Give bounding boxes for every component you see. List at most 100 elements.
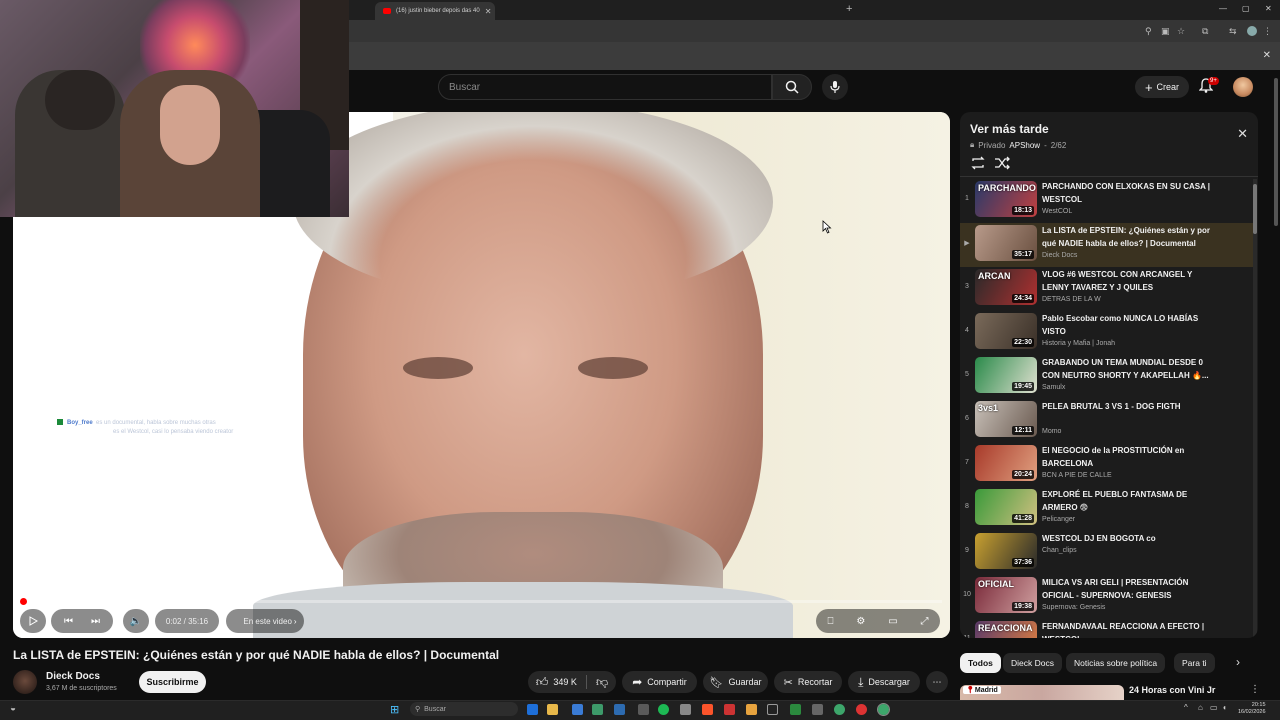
- playlist-item-thumbnail[interactable]: PARCHANDO 18:13: [975, 181, 1037, 217]
- playlist-item-title[interactable]: EXPLORÉ EL PUEBLO FANTASMA DE ARMERO 😨: [1042, 489, 1218, 514]
- create-button[interactable]: + Crear: [1135, 76, 1189, 98]
- settings-gear-icon[interactable]: ⚙: [856, 616, 865, 627]
- fullscreen-icon[interactable]: ⤢: [921, 616, 929, 627]
- like-button[interactable]: 👍︎ 349 K: [536, 675, 577, 690]
- channel-name[interactable]: Dieck Docs: [46, 671, 100, 682]
- search-input[interactable]: Buscar: [438, 74, 772, 100]
- browser-profile-avatar[interactable]: [1247, 26, 1257, 36]
- app-icon[interactable]: [638, 704, 649, 715]
- chrome-icon[interactable]: [834, 704, 845, 715]
- app-icon[interactable]: [812, 704, 823, 715]
- cast-icon[interactable]: ▣: [1161, 26, 1170, 37]
- playlist-item-title[interactable]: VLOG #6 WESTCOL CON ARCANGEL Y LENNY TAV…: [1042, 269, 1218, 294]
- voice-search-button[interactable]: [822, 74, 848, 100]
- subscribe-button[interactable]: Suscribirme: [139, 671, 206, 693]
- chapter-button[interactable]: En este video ›: [226, 609, 304, 633]
- app-icon[interactable]: [614, 704, 625, 715]
- dislike-button[interactable]: 👎︎: [596, 675, 608, 690]
- loop-icon[interactable]: [970, 156, 986, 170]
- playlist-item-title[interactable]: PELEA BRUTAL 3 VS 1 - DOG FIGTH: [1042, 401, 1218, 414]
- system-tray-chevron-icon[interactable]: ^: [1184, 703, 1188, 712]
- close-icon[interactable]: ✕: [1263, 50, 1271, 61]
- scrollbar-thumb[interactable]: [1253, 184, 1257, 234]
- shuffle-icon[interactable]: [994, 156, 1010, 170]
- tab-youtube[interactable]: (16) justin bieber depois das 40 ✕: [377, 2, 495, 20]
- close-window-icon[interactable]: ✕: [1265, 4, 1272, 13]
- playlist-item[interactable]: 4 22:30 Pablo Escobar como NUNCA LO HABÍAS…: [960, 311, 1254, 355]
- extensions-icon[interactable]: ⧉: [1202, 26, 1208, 37]
- playlist-item-title[interactable]: MILICA VS ARI GELI | PRESENTACIÓN OFICIA…: [1042, 577, 1218, 602]
- playlist-item-title[interactable]: El NEGOCIO de la PROSTITUCIÓN en BARCELO…: [1042, 445, 1218, 470]
- playlist-item-thumbnail[interactable]: 37:36: [975, 533, 1037, 569]
- playlist-item-thumbnail[interactable]: OFICIAL 19:38: [975, 577, 1037, 613]
- playlist-item[interactable]: 11REACCIONA10:20 FERNANDAVAAL REACCIONA A…: [960, 619, 1254, 638]
- playlist-item-thumbnail[interactable]: 41:28: [975, 489, 1037, 525]
- miniplayer-icon[interactable]: ▭: [888, 616, 897, 627]
- subtitles-icon[interactable]: ⎕: [827, 616, 833, 627]
- share-button[interactable]: ➦ Compartir: [622, 671, 697, 693]
- network-icon[interactable]: ⌂: [1198, 703, 1203, 712]
- playlist-item-thumbnail[interactable]: 22:30: [975, 313, 1037, 349]
- user-avatar[interactable]: [1233, 77, 1253, 97]
- play-button[interactable]: [20, 609, 46, 633]
- playlist-owner[interactable]: APShow: [1009, 141, 1040, 150]
- playlist-item[interactable]: 1 PARCHANDO 18:13 PARCHANDO CON ELXOKAS EN …: [960, 179, 1254, 223]
- save-button[interactable]: 🔖︎ Guardar: [703, 671, 768, 693]
- chip-for-you[interactable]: Para ti: [1174, 653, 1215, 673]
- download-button[interactable]: ⤓ Descargar: [848, 671, 920, 693]
- playlist-item[interactable]: 7 20:24 El NEGOCIO de la PROSTITUCIÓN en B…: [960, 443, 1254, 487]
- brave-icon[interactable]: [702, 704, 713, 715]
- clock[interactable]: 20:15 16/02/2026: [1238, 702, 1266, 716]
- channel-avatar[interactable]: [13, 670, 37, 694]
- app-icon[interactable]: [592, 704, 603, 715]
- playlist-item[interactable]: 3 ARCAN 24:34 VLOG #6 WESTCOL CON ARCANGEL …: [960, 267, 1254, 311]
- playlist-item-thumbnail[interactable]: 20:24: [975, 445, 1037, 481]
- chrome-active-icon[interactable]: [877, 703, 890, 716]
- volume-icon[interactable]: ◖: [1222, 703, 1227, 712]
- playlist-item-title[interactable]: WESTCOL DJ EN BOGOTA co: [1042, 533, 1218, 546]
- playlist-item-thumbnail[interactable]: 35:17: [975, 225, 1037, 261]
- playlist-item-thumbnail[interactable]: REACCIONA10:20: [975, 621, 1037, 638]
- recommended-title[interactable]: 24 Horas con Vini Jr: [1129, 685, 1215, 695]
- progress-bar[interactable]: [19, 598, 942, 605]
- menu-kebab-icon[interactable]: ⋮: [1263, 26, 1272, 37]
- address-bar[interactable]: ⚲ ▣ ☆ ⧉ ⇆ ⋮: [349, 20, 1280, 42]
- spotify-icon[interactable]: [658, 704, 669, 715]
- playlist-item-thumbnail[interactable]: 19:45: [975, 357, 1037, 393]
- menu-kebab-icon[interactable]: ⋮: [1250, 684, 1260, 695]
- more-actions-button[interactable]: ⋯: [926, 671, 948, 693]
- playlist-item[interactable]: 10 OFICIAL 19:38 MILICA VS ARI GELI | PRESE…: [960, 575, 1254, 619]
- previous-video-icon[interactable]: ⏮: [64, 616, 73, 627]
- maximize-icon[interactable]: ▢: [1242, 4, 1250, 13]
- volume-button[interactable]: 🔈: [123, 609, 149, 633]
- scrollbar-thumb[interactable]: [1274, 78, 1278, 226]
- chevron-right-icon[interactable]: ›: [1236, 655, 1240, 669]
- chip-channel[interactable]: Dieck Docs: [1003, 653, 1062, 673]
- start-button-icon[interactable]: ⊞: [390, 703, 399, 716]
- playlist-item[interactable]: 9 37:36 WESTCOL DJ EN BOGOTA co Chan_clips: [960, 531, 1254, 575]
- app-icon[interactable]: [767, 704, 778, 715]
- playlist-item-title[interactable]: FERNANDAVAAL REACCIONA A EFECTO | WESTCO…: [1042, 621, 1218, 638]
- playlist-item[interactable]: ▶ 35:17 La LISTA de EPSTEIN: ¿Quiénes está…: [960, 223, 1254, 267]
- playlist-item-title[interactable]: PARCHANDO CON ELXOKAS EN SU CASA | WESTC…: [1042, 181, 1218, 206]
- search-button[interactable]: [772, 74, 812, 100]
- clip-button[interactable]: ✂ Recortar: [774, 671, 842, 693]
- app-icon[interactable]: [746, 704, 757, 715]
- playlist-item[interactable]: 5 19:45 GRABANDO UN TEMA MUNDIAL DESDE 0 C…: [960, 355, 1254, 399]
- app-icon[interactable]: [790, 704, 801, 715]
- playlist-item[interactable]: 8 41:28 EXPLORÉ EL PUEBLO FANTASMA DE ARME…: [960, 487, 1254, 531]
- playlist-scrollbar[interactable]: [1253, 179, 1257, 638]
- zoom-icon[interactable]: ⚲: [1145, 26, 1152, 37]
- app-icon[interactable]: [856, 704, 867, 715]
- battery-icon[interactable]: ▭: [1210, 703, 1218, 712]
- file-explorer-icon[interactable]: [547, 704, 558, 715]
- tab-search-icon[interactable]: ⇆: [1229, 26, 1237, 37]
- widgets-icon[interactable]: ◒: [10, 703, 16, 714]
- chip-todos[interactable]: Todos: [960, 653, 1001, 673]
- minimize-icon[interactable]: —: [1219, 4, 1227, 13]
- app-icon[interactable]: [680, 704, 691, 715]
- playlist-item[interactable]: 6 3vs1 12:11 PELEA BRUTAL 3 VS 1 - DOG FIGT…: [960, 399, 1254, 443]
- playlist-item-title[interactable]: La LISTA de EPSTEIN: ¿Quiénes están y po…: [1042, 225, 1218, 250]
- new-tab-button[interactable]: +: [846, 3, 852, 15]
- close-icon[interactable]: ✕: [1237, 126, 1248, 142]
